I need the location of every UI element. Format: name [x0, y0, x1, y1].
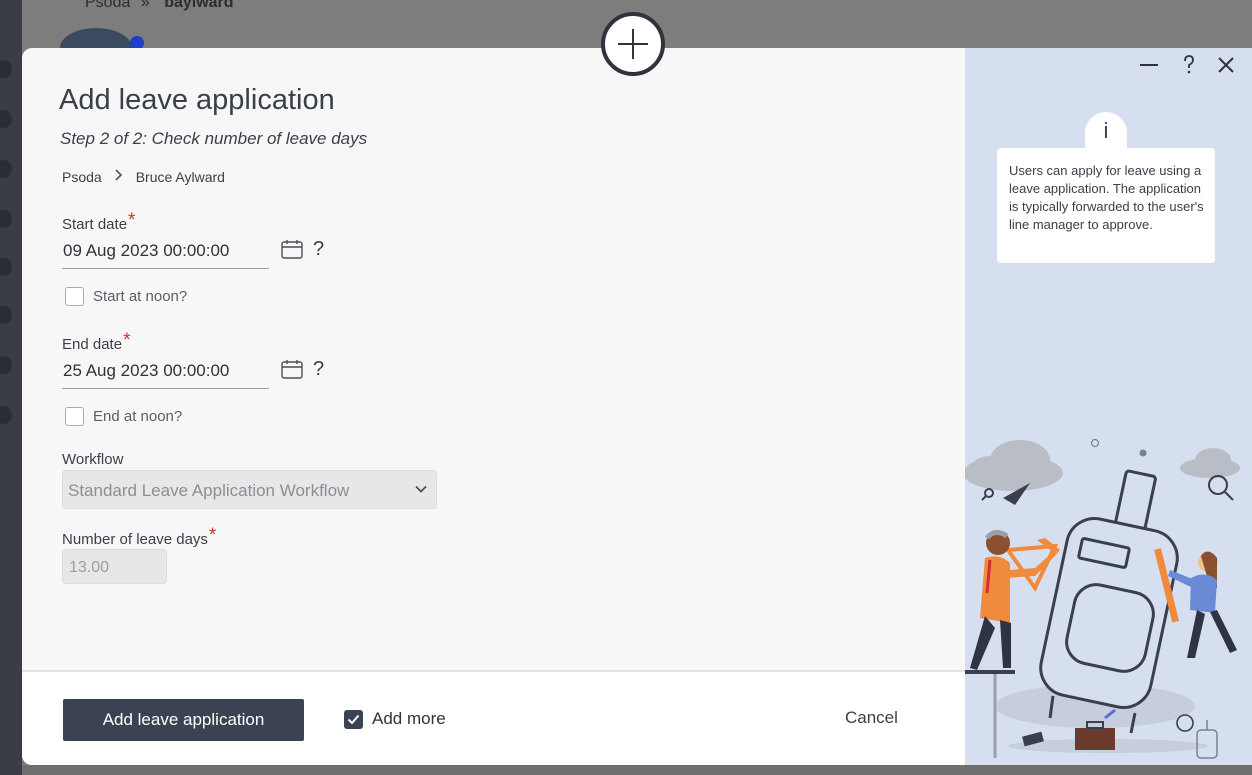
background-sidebar: [0, 0, 22, 775]
background-breadcrumb: Psoda » baylward: [85, 0, 234, 12]
modal-subtitle: Step 2 of 2: Check number of leave days: [60, 129, 368, 148]
leave-days-label: Number of leave days*: [62, 525, 217, 550]
workflow-label: Workflow: [62, 451, 124, 468]
help-text-box: Users can apply for leave using a leave …: [997, 148, 1215, 263]
add-more-checkbox[interactable]: [344, 709, 363, 729]
help-panel: i Users can apply for leave using a leav…: [965, 48, 1252, 765]
leave-days-input: 13.00: [62, 549, 167, 584]
start-date-label: Start date*: [62, 210, 136, 235]
minimize-icon[interactable]: [1138, 54, 1160, 76]
end-at-noon-label: End at noon?: [93, 408, 183, 425]
modal-footer: Add leave application Add more Cancel: [22, 670, 965, 765]
add-more-label: Add more: [372, 709, 446, 728]
cloud-left: [965, 440, 1063, 491]
add-button[interactable]: [601, 12, 665, 76]
cloud-right: [1180, 448, 1240, 478]
start-date-help-button[interactable]: ?: [313, 238, 324, 261]
background-breadcrumb-org: Psoda: [85, 0, 131, 11]
modal-title: Add leave application: [59, 84, 335, 116]
add-more-row[interactable]: Add more: [344, 709, 446, 729]
modal-form-area: Add leave application Step 2 of 2: Check…: [22, 48, 965, 670]
chevron-down-icon: [414, 481, 428, 495]
background-breadcrumb-sep: »: [140, 0, 150, 11]
end-at-noon-row[interactable]: End at noon?: [65, 407, 182, 426]
end-date-input[interactable]: 25 Aug 2023 00:00:00: [62, 356, 269, 389]
breadcrumb-org[interactable]: Psoda: [62, 169, 102, 185]
add-leave-application-button[interactable]: Add leave application: [63, 699, 304, 741]
plus-icon: [618, 29, 648, 59]
cancel-button[interactable]: Cancel: [845, 708, 898, 728]
leave-days-label-text: Number of leave days: [62, 531, 208, 548]
required-marker: *: [208, 525, 217, 546]
background-footer: [22, 765, 1252, 775]
end-at-noon-checkbox[interactable]: [65, 407, 84, 426]
end-date-label-text: End date: [62, 336, 123, 353]
start-at-noon-row[interactable]: Start at noon?: [65, 287, 187, 306]
required-marker: *: [123, 330, 131, 351]
workflow-select[interactable]: Standard Leave Application Workflow: [62, 470, 437, 509]
start-at-noon-label: Start at noon?: [93, 288, 188, 305]
calendar-icon[interactable]: [281, 359, 303, 379]
small-suitcase: [1196, 720, 1218, 759]
info-icon: i: [1085, 112, 1127, 152]
breadcrumb-user[interactable]: Bruce Aylward: [136, 169, 225, 185]
required-marker: *: [128, 210, 136, 231]
end-date-help-button[interactable]: ?: [313, 358, 324, 381]
breadcrumb-chevron-icon: [114, 168, 124, 186]
calendar-icon[interactable]: [281, 239, 303, 259]
close-icon[interactable]: [1215, 54, 1237, 76]
question-icon[interactable]: [1178, 53, 1200, 75]
end-date-label: End date*: [62, 330, 131, 355]
check-icon: [347, 714, 360, 724]
start-date-label-text: Start date: [62, 216, 128, 233]
add-leave-modal: Add leave application Step 2 of 2: Check…: [22, 48, 1252, 765]
travel-illustration: [965, 438, 1240, 759]
breadcrumb: Psoda Bruce Aylward: [62, 168, 225, 186]
start-date-input[interactable]: 09 Aug 2023 00:00:00: [62, 236, 269, 269]
workflow-selected-value: Standard Leave Application Workflow: [68, 481, 350, 500]
start-at-noon-checkbox[interactable]: [65, 287, 84, 306]
background-breadcrumb-user: baylward: [164, 0, 234, 11]
